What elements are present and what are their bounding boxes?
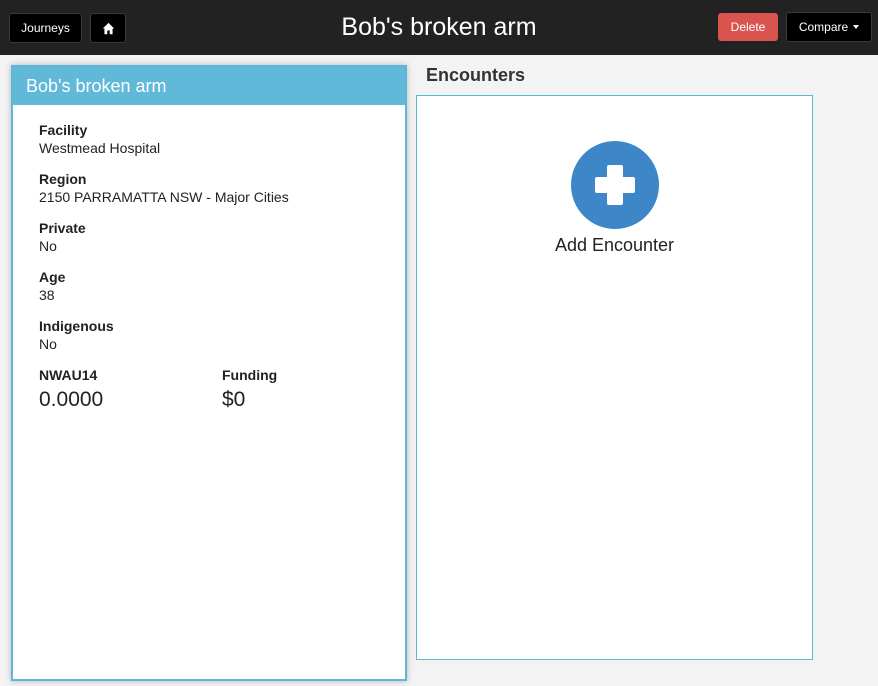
indigenous-value: No [39,336,57,352]
region-label: Region [39,171,87,187]
home-button[interactable] [90,13,126,43]
private-value: No [39,238,57,254]
journey-panel-title: Bob's broken arm [13,67,405,105]
funding-metric: Funding $0 [222,366,405,412]
add-encounter-label: Add Encounter [554,235,675,255]
funding-value: $0 [222,388,246,411]
age-label: Age [39,269,66,285]
facility-value: Westmead Hospital [39,140,161,156]
compare-dropdown-button[interactable]: Compare [786,12,872,42]
age-value: 38 [39,287,55,303]
encounters-panel: Add Encounter [416,95,813,660]
facility-label: Facility [39,122,88,138]
metrics-row: NWAU14 0.0000 Funding $0 [39,366,405,412]
journeys-button[interactable]: Journeys [9,13,82,43]
nwau-metric: NWAU14 0.0000 [39,366,222,412]
nwau-value: 0.0000 [39,388,104,411]
indigenous-field: Indigenous No [39,317,405,353]
delete-button[interactable]: Delete [718,13,778,41]
nwau-label: NWAU14 [39,367,98,383]
journeys-button-label: Journeys [21,21,70,35]
region-value: 2150 PARRAMATTA NSW - Major Cities [39,189,289,205]
home-icon [102,22,114,34]
top-navbar: Journeys Bob's broken arm Delete Compare [0,0,878,55]
delete-button-label: Delete [730,20,766,34]
facility-field: Facility Westmead Hospital [39,121,405,157]
region-field: Region 2150 PARRAMATTA NSW - Major Citie… [39,170,405,206]
journey-details-panel: Bob's broken arm Facility Westmead Hospi… [11,65,407,681]
compare-button-label: Compare [798,20,849,34]
encounters-heading: Encounters [426,65,526,85]
private-field: Private No [39,219,405,255]
caret-down-icon [853,25,860,29]
indigenous-label: Indigenous [39,318,114,334]
plus-icon[interactable] [570,141,659,229]
private-label: Private [39,220,86,236]
age-field: Age 38 [39,268,405,304]
funding-label: Funding [222,367,278,383]
add-encounter-button[interactable]: Add Encounter [417,141,812,256]
